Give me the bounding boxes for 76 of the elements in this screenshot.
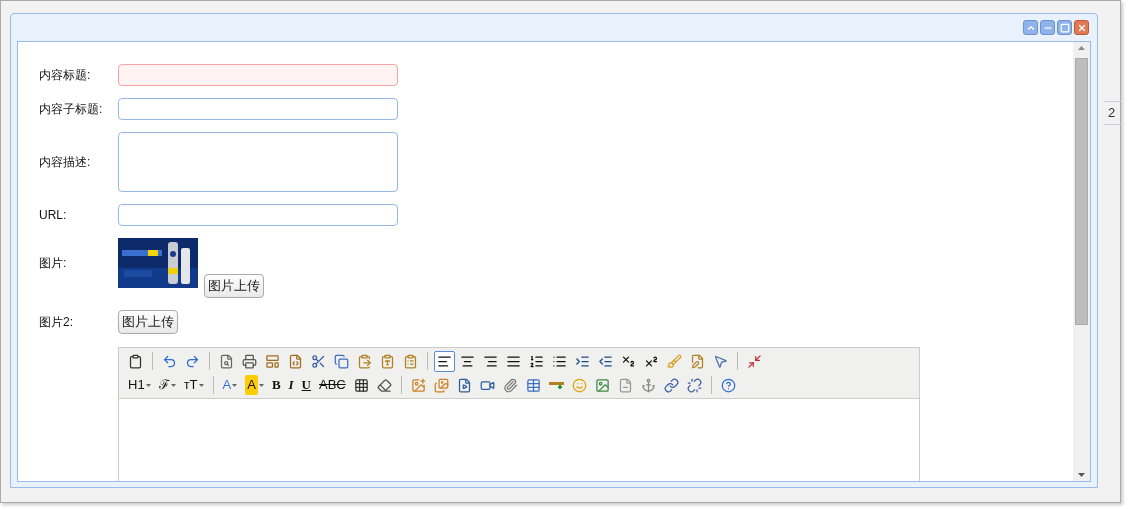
close-icon — [1076, 22, 1087, 33]
smiley-icon — [571, 377, 587, 393]
link-icon — [663, 377, 679, 393]
subscript-icon — [621, 353, 636, 369]
paste-word-icon — [403, 353, 418, 369]
superscript-icon — [644, 353, 659, 369]
template-icon — [265, 353, 280, 369]
text-field[interactable] — [118, 98, 398, 120]
italic-button[interactable]: I — [285, 374, 297, 396]
format-dropdown[interactable]: ᴛT — [180, 374, 207, 396]
eraser-icon — [376, 377, 392, 393]
help-icon — [720, 377, 736, 393]
font-color-button[interactable]: A — [219, 374, 241, 396]
field-label: 内容子标题: — [39, 101, 104, 118]
indent-icon — [575, 353, 590, 369]
highlight-swatch: A — [245, 375, 258, 395]
scroll-up-icon[interactable] — [1078, 46, 1085, 50]
text-field[interactable] — [118, 204, 398, 226]
edit-icon — [690, 353, 705, 369]
redo-icon — [185, 353, 200, 369]
field-label: 内容标题: — [39, 67, 92, 84]
dotted-grid-icon — [353, 377, 369, 393]
align-center-icon — [460, 353, 475, 369]
maximize-icon — [1059, 22, 1070, 33]
scrollbar[interactable] — [1073, 42, 1090, 481]
format-dropdown[interactable]: ℱ — [155, 374, 179, 396]
code-icon — [288, 353, 303, 369]
table-icon — [525, 377, 541, 393]
background-text: 2 — [1108, 104, 1116, 123]
bold-button[interactable]: B — [268, 374, 284, 396]
maximize-button[interactable] — [1057, 20, 1072, 35]
anchor-icon — [640, 377, 656, 393]
caret-icon — [232, 383, 238, 387]
caret-icon — [145, 383, 151, 387]
align-left-icon — [437, 353, 452, 369]
format-dropdown[interactable]: H1 — [125, 374, 154, 396]
field-label: 图片2: — [39, 314, 74, 331]
close-button[interactable] — [1074, 20, 1089, 35]
images-add-icon — [433, 377, 449, 393]
ordered-list-icon — [529, 353, 544, 369]
upload-button[interactable]: 图片上传 — [204, 274, 264, 298]
collapse-button[interactable] — [1023, 20, 1038, 35]
bullet-list-icon — [552, 353, 567, 369]
undo-icon — [162, 353, 177, 369]
paste-icon — [357, 353, 372, 369]
image-add-icon — [410, 377, 426, 393]
caret-icon — [170, 383, 176, 387]
scrollbar-thumb[interactable] — [1075, 58, 1088, 325]
field-label: 内容描述: — [39, 154, 92, 171]
underline-button[interactable]: U — [298, 374, 314, 396]
unlink-icon — [686, 377, 702, 393]
highlight-button[interactable]: A — [242, 374, 267, 396]
caret-icon — [198, 383, 204, 387]
preview-icon — [219, 353, 234, 369]
pointer-icon — [713, 353, 728, 369]
field-label: URL: — [39, 207, 68, 224]
cut-icon — [311, 353, 326, 369]
page-break-icon — [617, 377, 633, 393]
text-field[interactable] — [118, 64, 398, 86]
align-right-icon — [483, 353, 498, 369]
horizontal-rule-icon — [548, 381, 564, 389]
paperclip-icon — [502, 377, 518, 393]
image-icon — [594, 377, 610, 393]
outdent-icon — [598, 353, 613, 369]
align-justify-icon — [506, 353, 521, 369]
clipboard-icon — [128, 353, 143, 369]
minimize-button[interactable] — [1040, 20, 1055, 35]
align-left-button[interactable] — [434, 350, 455, 372]
paste-text-icon — [380, 353, 395, 369]
field-label: 图片: — [39, 255, 68, 272]
print-icon — [242, 353, 257, 369]
caret-icon — [258, 383, 264, 387]
scroll-down-icon[interactable] — [1078, 473, 1085, 477]
strike-button[interactable]: ABC — [316, 374, 349, 396]
upload-button[interactable]: 图片上传 — [118, 310, 178, 334]
copy-icon — [334, 353, 349, 369]
